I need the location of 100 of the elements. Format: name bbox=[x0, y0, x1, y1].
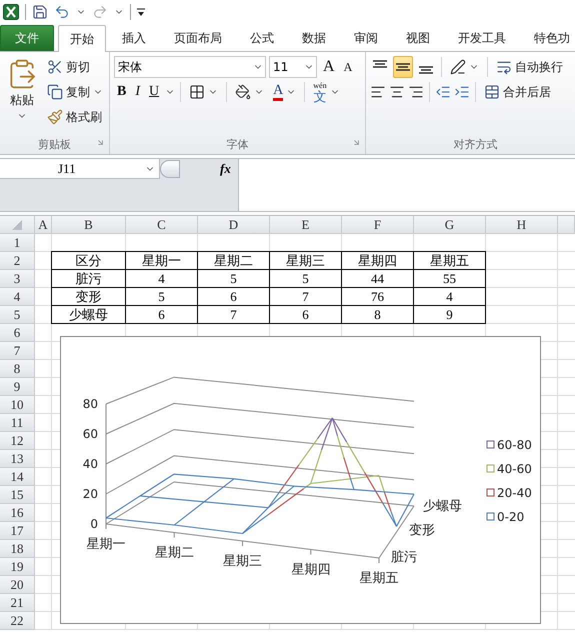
ribbon-tab[interactable]: 公式 bbox=[238, 24, 286, 51]
row-header[interactable]: 9 bbox=[0, 378, 35, 396]
bold-button[interactable]: B bbox=[114, 81, 130, 103]
row-header[interactable]: 10 bbox=[0, 396, 35, 414]
row-header[interactable]: 20 bbox=[0, 576, 35, 594]
table-cell: 星期二 bbox=[198, 251, 270, 270]
row-header[interactable]: 18 bbox=[0, 540, 35, 558]
angled-text-icon bbox=[450, 59, 466, 75]
row-header[interactable]: 19 bbox=[0, 558, 35, 576]
axis-tick-label: 20 bbox=[82, 487, 98, 501]
merge-cells-icon bbox=[484, 84, 500, 100]
group-label: 剪贴板 bbox=[38, 136, 71, 152]
vertical-align-icon bbox=[419, 66, 433, 74]
row-header[interactable]: 16 bbox=[0, 504, 35, 522]
row-header[interactable]: 3 bbox=[0, 270, 35, 288]
legend-label: 20-40 bbox=[497, 486, 532, 500]
category-label: 星期一 bbox=[86, 537, 126, 552]
row-header[interactable]: 21 bbox=[0, 594, 35, 612]
wrap-text-button[interactable]: 自动换行 bbox=[493, 56, 566, 78]
row-header[interactable]: 6 bbox=[0, 324, 35, 342]
row-header[interactable]: 4 bbox=[0, 288, 35, 306]
ribbon-tab[interactable]: 视图 bbox=[394, 24, 442, 51]
row-header[interactable]: 15 bbox=[0, 486, 35, 504]
ribbon-tab[interactable]: 特色功 bbox=[522, 24, 575, 51]
spreadsheet-logo-icon[interactable] bbox=[3, 4, 19, 20]
phonetic-button[interactable]: wén 文 bbox=[310, 81, 343, 103]
column-header[interactable]: D bbox=[198, 216, 270, 234]
ribbon-tab[interactable]: 开发工具 bbox=[446, 24, 518, 51]
column-header[interactable]: C bbox=[126, 216, 198, 234]
table-cell: 6 bbox=[198, 288, 270, 306]
scissors-icon bbox=[47, 59, 63, 75]
ribbon-tab[interactable]: 开始 bbox=[58, 25, 106, 52]
ribbon-tab[interactable]: 数据 bbox=[290, 24, 338, 51]
chart-area[interactable]: 80 60 40 20 0 少螺母 变形 脏污 星期一 星期二 星期三 星期四 星期五 60-80 40-60 20-40 0-20 bbox=[60, 336, 541, 624]
row-header[interactable]: 5 bbox=[0, 306, 35, 324]
category-label: 星期二 bbox=[154, 546, 194, 560]
table-cell: 7 bbox=[198, 306, 270, 324]
column-header[interactable]: B bbox=[52, 216, 126, 234]
row-header[interactable]: 1 bbox=[0, 234, 35, 252]
row-header[interactable]: 17 bbox=[0, 522, 35, 540]
cell-grid[interactable] bbox=[0, 215, 575, 630]
column-header[interactable]: H bbox=[486, 216, 558, 234]
ribbon-tab[interactable]: 审阅 bbox=[342, 24, 390, 51]
vertical-align-button[interactable] bbox=[393, 56, 413, 78]
save-icon[interactable] bbox=[32, 4, 48, 20]
column-header[interactable]: G bbox=[414, 216, 486, 234]
row-header[interactable]: 14 bbox=[0, 468, 35, 486]
dialog-launcher-icon[interactable] bbox=[96, 138, 105, 147]
merge-center-button[interactable]: 合并后居 bbox=[481, 81, 554, 103]
name-box[interactable]: J11 bbox=[0, 159, 160, 179]
cut-button[interactable]: 剪切 bbox=[44, 56, 106, 78]
table-cell: 76 bbox=[342, 288, 414, 306]
underline-button[interactable]: U bbox=[146, 81, 162, 103]
row-header[interactable]: 22 bbox=[0, 612, 35, 630]
customize-caret-icon[interactable] bbox=[137, 7, 145, 17]
font-color-button[interactable]: A bbox=[270, 81, 300, 103]
grow-font-button[interactable]: A bbox=[320, 56, 338, 78]
shrink-font-button[interactable]: A bbox=[340, 56, 356, 78]
table-cell: 44 bbox=[342, 270, 414, 288]
row-header[interactable]: 8 bbox=[0, 360, 35, 378]
row-header[interactable]: 2 bbox=[0, 252, 35, 270]
italic-button[interactable]: I bbox=[132, 81, 144, 103]
row-header[interactable]: 7 bbox=[0, 342, 35, 360]
category-label: 星期三 bbox=[223, 554, 262, 569]
resize-handle[interactable] bbox=[160, 160, 180, 178]
font-size-field[interactable]: 11 bbox=[269, 56, 317, 78]
table-cell: 5 bbox=[198, 270, 270, 288]
ribbon-tab[interactable]: 插入 bbox=[110, 24, 158, 51]
format-painter-button[interactable]: 格式刷 bbox=[44, 106, 106, 128]
align-left-icon[interactable] bbox=[370, 84, 386, 100]
series-label: 变形 bbox=[409, 523, 435, 538]
column-header[interactable]: A bbox=[35, 216, 52, 234]
table-cell: 4 bbox=[414, 288, 486, 306]
table-cell: 5 bbox=[270, 270, 342, 288]
column-header[interactable]: E bbox=[270, 216, 342, 234]
decrease-indent-icon[interactable] bbox=[435, 84, 451, 100]
table-cell: 5 bbox=[126, 288, 198, 306]
series-label: 脏污 bbox=[391, 550, 417, 565]
legend-label: 60-80 bbox=[497, 438, 532, 452]
increase-indent-icon[interactable] bbox=[454, 84, 470, 100]
row-header[interactable]: 12 bbox=[0, 432, 35, 450]
ribbon-tab[interactable]: 页面布局 bbox=[162, 24, 234, 51]
table-cell: 8 bbox=[342, 306, 414, 324]
copy-icon bbox=[47, 84, 63, 100]
column-header[interactable]: F bbox=[342, 216, 414, 234]
legend-label: 0-20 bbox=[497, 510, 524, 524]
paste-button[interactable]: 粘贴 bbox=[4, 56, 40, 134]
vertical-align-icon bbox=[396, 63, 410, 71]
row-header[interactable]: 13 bbox=[0, 450, 35, 468]
align-center-icon[interactable] bbox=[389, 84, 405, 100]
axis-tick-label: 80 bbox=[82, 397, 98, 411]
dialog-launcher-icon[interactable] bbox=[352, 138, 361, 147]
row-header[interactable]: 11 bbox=[0, 414, 35, 432]
align-right-icon[interactable] bbox=[408, 84, 424, 100]
formula-field[interactable] bbox=[238, 159, 575, 211]
copy-button[interactable]: 复制 bbox=[44, 81, 106, 103]
file-tab[interactable]: 文件 bbox=[0, 25, 54, 51]
font-name-field[interactable]: 宋体 bbox=[114, 56, 266, 78]
undo-icon[interactable] bbox=[54, 4, 70, 20]
insert-function-button[interactable]: fx bbox=[220, 161, 231, 177]
